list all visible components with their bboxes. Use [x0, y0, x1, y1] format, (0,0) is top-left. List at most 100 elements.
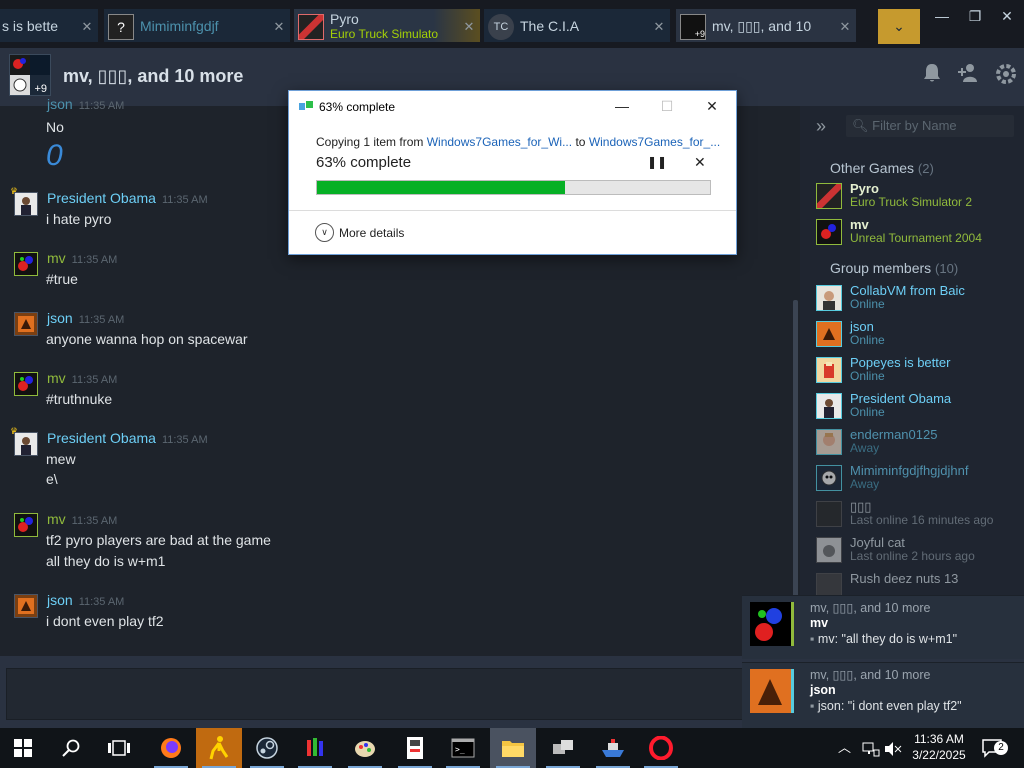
filter-input[interactable]: 🔍︎ Filter by Name: [846, 115, 1014, 137]
message-sender[interactable]: json 11:35 AM: [47, 96, 124, 112]
avatar[interactable]: [14, 192, 38, 216]
opera-icon[interactable]: [638, 728, 684, 768]
avatar[interactable]: [14, 372, 38, 396]
windows-start-icon[interactable]: [0, 728, 46, 768]
avatar[interactable]: [14, 432, 38, 456]
avatar[interactable]: [14, 513, 38, 537]
notification-center-icon[interactable]: 2: [982, 728, 1012, 768]
member-item[interactable]: ▯▯▯ Last online 16 minutes ago: [814, 499, 1014, 533]
member-name: Popeyes is better: [850, 355, 951, 370]
svg-text:>_: >_: [455, 745, 465, 754]
member-status: Last online 2 hours ago: [850, 549, 975, 563]
gear-icon[interactable]: [993, 62, 1019, 88]
member-item[interactable]: CollabVM from Baic Online: [814, 283, 1014, 317]
filter-placeholder: Filter by Name: [872, 118, 957, 133]
tab-chat-1[interactable]: s is bette ✕: [0, 9, 98, 42]
message-sender[interactable]: President Obama 11:35 AM: [47, 190, 208, 206]
firefox-icon[interactable]: [148, 728, 194, 768]
member-item[interactable]: Joyful cat Last online 2 hours ago: [814, 535, 1014, 569]
tab-title: mv, ▯▯▯, and 10: [712, 19, 812, 34]
destination-folder-link[interactable]: Windows7Games_for_...: [589, 135, 720, 149]
tab-chat-2[interactable]: ? Mimiminfgdjf ✕: [104, 9, 290, 42]
member-item[interactable]: President Obama Online: [814, 391, 1014, 425]
member-item[interactable]: mv Unreal Tournament 2004: [814, 217, 1014, 251]
crayons-icon[interactable]: [292, 728, 338, 768]
toast-avatar: [750, 669, 794, 713]
other-games-header[interactable]: Other Games (2): [830, 160, 934, 176]
tab-chat-group-active[interactable]: +9 mv, ▯▯▯, and 10 ✕: [676, 9, 856, 42]
tab-title: Mimiminfgdjf: [140, 19, 219, 34]
avatar: [816, 219, 842, 245]
close-window-button[interactable]: ✕: [992, 8, 1022, 28]
chat-bubble-icon: ▪: [810, 632, 818, 646]
chevron-up-icon[interactable]: ︿: [838, 728, 851, 768]
terminal-icon[interactable]: >_: [440, 728, 486, 768]
message-sender[interactable]: mv 11:35 AM: [47, 511, 117, 527]
message-sender[interactable]: json 11:35 AM: [47, 310, 124, 326]
message-text: tf2 pyro players are bad at the game: [46, 532, 271, 548]
tab-close-icon[interactable]: ✕: [648, 19, 670, 35]
tab-close-icon[interactable]: ✕: [458, 19, 480, 35]
pause-button[interactable]: ❚❚: [647, 155, 667, 169]
volume-muted-icon[interactable]: [884, 728, 902, 768]
tab-close-icon[interactable]: ✕: [834, 19, 856, 35]
member-item[interactable]: enderman0125 Away: [814, 427, 1014, 461]
ship-icon[interactable]: [590, 728, 636, 768]
search-icon[interactable]: [48, 728, 94, 768]
member-status: Unreal Tournament 2004: [850, 231, 982, 245]
dialog-close-button[interactable]: ✕: [697, 95, 727, 117]
member-item[interactable]: Mimiminfgdjfhgjdjhnf Away: [814, 463, 1014, 497]
tab-avatar: [298, 13, 324, 40]
clock-time[interactable]: 11:36 AM: [904, 732, 974, 746]
copy-icon: [299, 101, 313, 110]
more-details-button[interactable]: More details: [339, 226, 404, 240]
tab-close-icon[interactable]: ✕: [268, 19, 290, 35]
avatar[interactable]: [14, 594, 38, 618]
copy-description: Copying 1 item from Windows7Games_for_Wi…: [316, 135, 721, 149]
message-scrollbar[interactable]: [793, 300, 798, 600]
chat-input[interactable]: [6, 668, 746, 720]
collapse-panel-icon[interactable]: »: [816, 116, 826, 137]
message-sender[interactable]: President Obama 11:35 AM: [47, 430, 208, 446]
add-friend-icon[interactable]: [955, 62, 981, 88]
steam-icon[interactable]: [244, 728, 290, 768]
avatar: [816, 321, 842, 347]
minimize-button[interactable]: —: [927, 8, 957, 28]
cancel-copy-button[interactable]: ✕: [694, 154, 706, 171]
restore-button[interactable]: ❐: [960, 8, 990, 28]
toast-sender: mv: [810, 616, 829, 630]
message-sender[interactable]: mv 11:35 AM: [47, 370, 117, 386]
avatar[interactable]: [14, 312, 38, 336]
file-explorer-icon[interactable]: [490, 728, 536, 768]
member-item[interactable]: json Online: [814, 319, 1014, 353]
message-toast[interactable]: mv, ▯▯▯, and 10 more json ▪ json: "i don…: [742, 662, 1024, 728]
aim-icon[interactable]: [196, 728, 242, 768]
group-members-header[interactable]: Group members (10): [830, 260, 958, 276]
toast-group-name: mv, ▯▯▯, and 10 more: [810, 601, 931, 615]
paint-icon[interactable]: [342, 728, 388, 768]
avatar: [816, 393, 842, 419]
chevron-down-icon[interactable]: ∨: [315, 223, 334, 242]
tab-dropdown-button[interactable]: ⌄: [878, 9, 920, 44]
bell-icon[interactable]: [919, 62, 945, 88]
copy-progress-dialog: 63% complete — ☐ ✕ Copying 1 item from W…: [288, 90, 737, 255]
dialog-minimize-button[interactable]: —: [607, 95, 637, 117]
member-item[interactable]: Popeyes is better Online: [814, 355, 1014, 389]
tab-chat-pyro[interactable]: Pyro Euro Truck Simulato ✕: [294, 9, 480, 42]
member-status: Online: [850, 297, 885, 311]
network-status-icon[interactable]: [862, 728, 880, 768]
tab-chat-cia[interactable]: TC The C.I.A ✕: [484, 9, 670, 42]
task-view-icon[interactable]: [96, 728, 142, 768]
member-status: Online: [850, 405, 885, 419]
member-item[interactable]: Pyro Euro Truck Simulator 2: [814, 181, 1014, 215]
source-folder-link[interactable]: Windows7Games_for_Wi...: [427, 135, 572, 149]
network-icon[interactable]: [540, 728, 586, 768]
message-toast[interactable]: mv, ▯▯▯, and 10 more mv ▪ mv: "all they …: [742, 595, 1024, 659]
message-sender[interactable]: json 11:35 AM: [47, 592, 124, 608]
app-icon[interactable]: [392, 728, 438, 768]
avatar[interactable]: [14, 252, 38, 276]
tab-close-icon[interactable]: ✕: [76, 19, 98, 35]
message-sender[interactable]: mv 11:35 AM: [47, 250, 117, 266]
clock-date[interactable]: 3/22/2025: [904, 748, 974, 762]
member-status: Euro Truck Simulator 2: [850, 195, 973, 209]
